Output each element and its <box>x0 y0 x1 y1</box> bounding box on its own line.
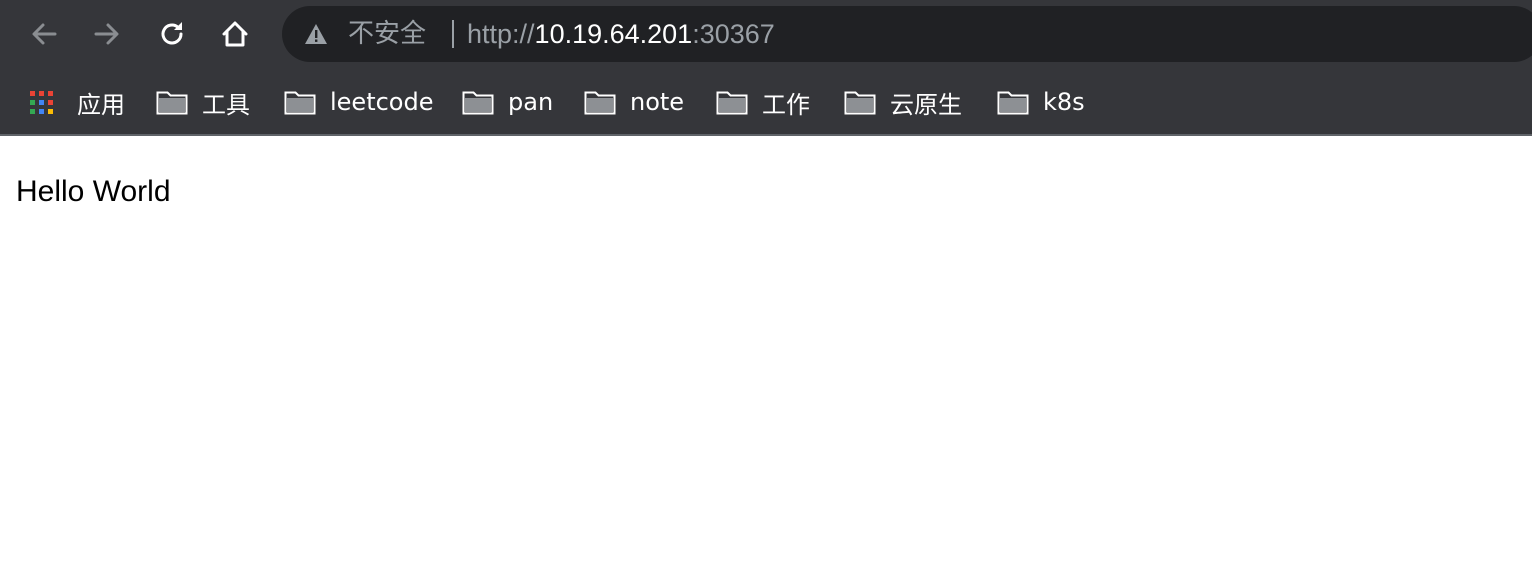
bookmark-label: k8s <box>1043 88 1085 116</box>
home-icon <box>222 21 248 47</box>
bookmark-label: 工具 <box>202 90 250 119</box>
bookmark-label: note <box>630 88 685 116</box>
bookmark-label: leetcode <box>330 88 434 116</box>
bookmark-apps[interactable]: 应用 <box>30 70 125 134</box>
url-text[interactable]: http://10.19.64.201:30367 <box>467 18 775 50</box>
browser-toolbar: 不安全 http://10.19.64.201:30367 <box>0 0 1532 70</box>
url-scheme: http:// <box>467 19 535 49</box>
bookmark-label: 应用 <box>77 90 125 119</box>
bookmark-folder-work[interactable]: 工作 <box>716 70 810 134</box>
bookmark-folder-cloud-native[interactable]: 云原生 <box>844 70 962 134</box>
page-body-text: Hello World <box>16 175 171 208</box>
bookmark-folder-pan[interactable]: pan <box>462 70 553 134</box>
page-content: Hello World <box>0 136 1532 210</box>
folder-icon <box>462 91 494 115</box>
folder-icon <box>997 91 1029 115</box>
bookmarks-bar: 应用 工具 leetcode pan note 工作 云原生 k8s <box>0 70 1532 136</box>
warning-triangle-icon[interactable] <box>304 23 328 45</box>
url-host: 10.19.64.201 <box>534 19 693 49</box>
folder-icon <box>844 91 876 115</box>
address-bar[interactable]: 不安全 http://10.19.64.201:30367 <box>282 6 1532 62</box>
bookmark-label: 云原生 <box>890 90 962 119</box>
reload-button[interactable] <box>152 14 192 54</box>
bookmark-label: pan <box>508 88 554 116</box>
back-button[interactable] <box>24 14 64 54</box>
reload-icon <box>161 22 183 45</box>
bookmark-folder-leetcode[interactable]: leetcode <box>284 70 434 134</box>
omnibox-divider <box>452 20 454 48</box>
folder-icon <box>716 91 748 115</box>
arrow-right-icon <box>94 23 119 45</box>
home-button[interactable] <box>215 14 255 54</box>
security-status-label[interactable]: 不安全 <box>348 20 426 48</box>
bookmark-folder-tools[interactable]: 工具 <box>156 70 250 134</box>
folder-icon <box>284 91 316 115</box>
arrow-left-icon <box>32 23 57 45</box>
bookmark-label: 工作 <box>762 90 810 119</box>
apps-grid-icon <box>30 90 53 114</box>
bookmark-folder-note[interactable]: note <box>584 70 684 134</box>
bookmark-folder-k8s[interactable]: k8s <box>997 70 1085 134</box>
folder-icon <box>156 91 188 115</box>
folder-icon <box>584 91 616 115</box>
forward-button[interactable] <box>87 14 127 54</box>
url-port: :30367 <box>692 19 775 49</box>
